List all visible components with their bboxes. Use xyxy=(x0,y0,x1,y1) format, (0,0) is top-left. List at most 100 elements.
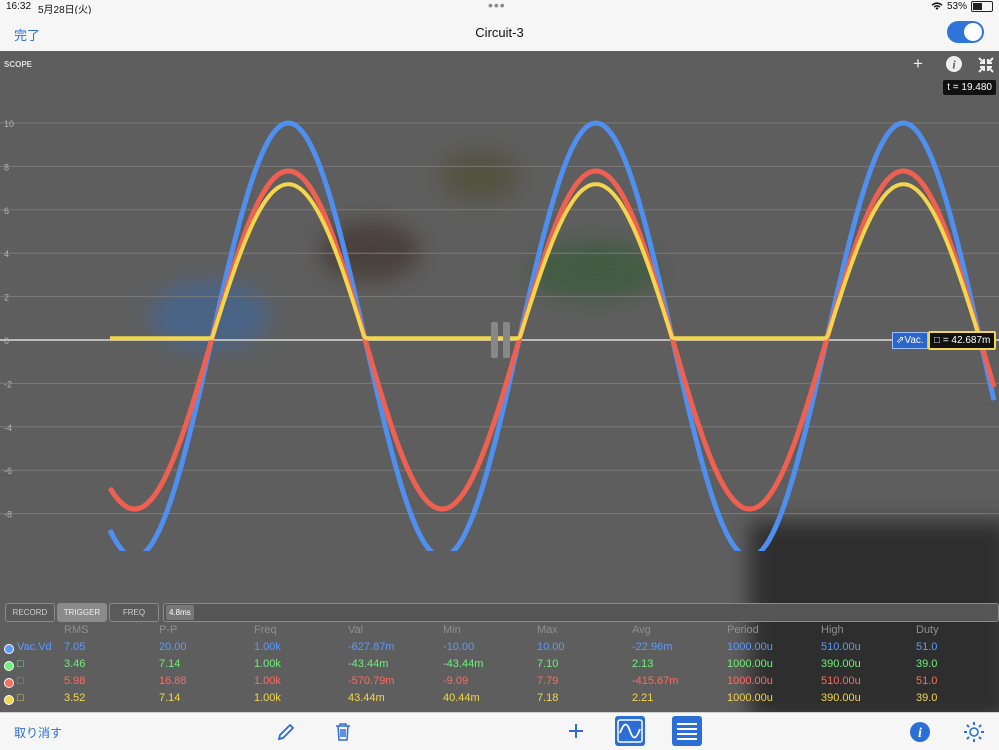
table-cell: 39.0 xyxy=(916,658,938,670)
battery-icon xyxy=(971,1,993,12)
table-cell: 40.44m xyxy=(443,692,480,704)
table-cell: -570.79m xyxy=(348,675,395,687)
timebase-slider[interactable]: 4.8ms xyxy=(163,603,999,622)
bottom-toolbar: 取り消す i xyxy=(0,712,999,750)
series-name: □ xyxy=(17,692,24,704)
series-name: Vac.Vd xyxy=(17,641,52,653)
y-tick-label: -2 xyxy=(4,379,12,389)
table-cell: 51.0 xyxy=(916,675,938,687)
table-row[interactable]: □ 3.46 7.14 1.00k -43.44m -43.44m 7.10 2.13 1000… xyxy=(0,658,999,675)
table-cell: 7.10 xyxy=(537,658,559,670)
table-cell: 510.00u xyxy=(821,675,861,687)
series-color-dot[interactable] xyxy=(4,695,14,705)
table-cell: 1.00k xyxy=(254,675,281,687)
freq-button[interactable]: FREQ xyxy=(109,603,159,622)
table-cell: 39.0 xyxy=(916,692,938,704)
table-cell: 20.00 xyxy=(159,641,187,653)
wifi-icon xyxy=(931,2,943,10)
navigation-bar: 完了 Circuit-3 xyxy=(0,14,999,52)
table-cell: 1.00k xyxy=(254,641,281,653)
table-row[interactable]: Vac.Vd 7.05 20.00 1.00k -627.87m -10.00 10.00 -… xyxy=(0,641,999,658)
svg-text:i: i xyxy=(918,726,922,741)
add-probe-icon[interactable]: + xyxy=(913,54,923,74)
table-cell: 390.00u xyxy=(821,692,861,704)
series-color-dot[interactable] xyxy=(4,644,14,654)
table-cell: 5.98 xyxy=(64,675,86,687)
y-tick-label: 8 xyxy=(4,162,9,172)
y-tick-label: -4 xyxy=(4,423,12,433)
multitask-dots-icon[interactable]: ••• xyxy=(488,0,506,13)
table-cell: 390.00u xyxy=(821,658,861,670)
toggle-knob xyxy=(964,23,982,41)
trace-tag-label: Vac. xyxy=(904,335,924,346)
table-cell: -10.00 xyxy=(443,641,475,653)
table-cell: 7.05 xyxy=(64,641,86,653)
header-avg: Avg xyxy=(632,624,651,636)
info-icon[interactable]: i xyxy=(945,55,963,73)
y-tick-label: 6 xyxy=(4,206,9,216)
header-rms: RMS xyxy=(64,624,89,636)
table-cell: 7.14 xyxy=(159,658,181,670)
table-cell: 16.88 xyxy=(159,675,187,687)
status-time: 16:32 xyxy=(6,1,32,12)
y-tick-label: 4 xyxy=(4,249,9,259)
run-toggle[interactable] xyxy=(947,21,984,43)
table-cell: 3.52 xyxy=(64,692,86,704)
table-cell: -43.44m xyxy=(348,658,389,670)
table-cell: 1.00k xyxy=(254,658,281,670)
table-cell: -415.67m xyxy=(632,675,679,687)
table-cell: 510.00u xyxy=(821,641,861,653)
header-freq: Freq xyxy=(254,624,277,636)
table-cell: -9.09 xyxy=(443,675,469,687)
y-tick-label: 10 xyxy=(4,119,14,129)
undo-button[interactable]: 取り消す xyxy=(14,724,62,741)
add-icon[interactable] xyxy=(567,722,585,740)
table-cell: -627.87m xyxy=(348,641,395,653)
trace-tag[interactable]: ⇗Vac. xyxy=(892,332,928,349)
header-max: Max xyxy=(537,624,558,636)
scope-controls: RECORD TRIGGER FREQ 4.8ms xyxy=(0,601,999,626)
y-tick-label: -6 xyxy=(4,466,12,476)
scope-panel[interactable]: 1086420-2-4-6-8-10 SCOPE + i t = 19.480 … xyxy=(0,51,999,712)
y-tick-labels: 1086420-2-4-6-8-10 xyxy=(4,119,14,520)
time-badge: t = 19.480 xyxy=(943,80,996,95)
table-cell: 7.14 xyxy=(159,692,181,704)
table-cell: 2.21 xyxy=(632,692,654,704)
table-cell: 1000.00u xyxy=(727,658,773,670)
header-high: High xyxy=(821,624,844,636)
series-color-dot[interactable] xyxy=(4,661,14,671)
table-cell: 2.13 xyxy=(632,658,654,670)
trigger-button[interactable]: TRIGGER xyxy=(57,603,107,622)
table-cell: -22.96m xyxy=(632,641,673,653)
settings-gear-icon[interactable] xyxy=(963,721,985,743)
table-cell: 3.46 xyxy=(64,658,86,670)
trash-icon[interactable] xyxy=(334,722,352,742)
table-row[interactable]: □ 5.98 16.88 1.00k -570.79m -9.09 7.79 -415.67m… xyxy=(0,675,999,692)
header-min: Min xyxy=(443,624,461,636)
timebase-value: 4.8ms xyxy=(166,605,194,620)
header-duty: Duty xyxy=(916,624,939,636)
table-cell: -43.44m xyxy=(443,658,484,670)
page-title: Circuit-3 xyxy=(475,25,524,40)
battery-percent: 53% xyxy=(946,1,967,12)
status-right: 53% xyxy=(931,1,993,12)
table-cell: 1000.00u xyxy=(727,675,773,687)
pencil-icon[interactable] xyxy=(276,722,296,742)
series-name: □ xyxy=(17,658,24,670)
info-button-icon[interactable]: i xyxy=(909,721,931,743)
pause-icon[interactable] xyxy=(491,322,515,363)
table-cell: 10.00 xyxy=(537,641,565,653)
header-pp: P-P xyxy=(159,624,178,636)
table-cell: 43.44m xyxy=(348,692,385,704)
table-row[interactable]: □ 3.52 7.14 1.00k 43.44m 40.44m 7.18 2.21 1000.0… xyxy=(0,692,999,709)
table-cell: 1000.00u xyxy=(727,641,773,653)
y-tick-label: 2 xyxy=(4,293,9,303)
scope-wave-icon[interactable] xyxy=(615,716,645,746)
series-color-dot[interactable] xyxy=(4,678,14,688)
measure-tag[interactable]: □ = 42.687m xyxy=(928,331,997,350)
header-period: Period xyxy=(727,624,759,636)
table-cell: 51.0 xyxy=(916,641,938,653)
table-view-icon[interactable] xyxy=(672,716,702,746)
collapse-icon[interactable] xyxy=(977,56,995,74)
record-button[interactable]: RECORD xyxy=(5,603,55,622)
